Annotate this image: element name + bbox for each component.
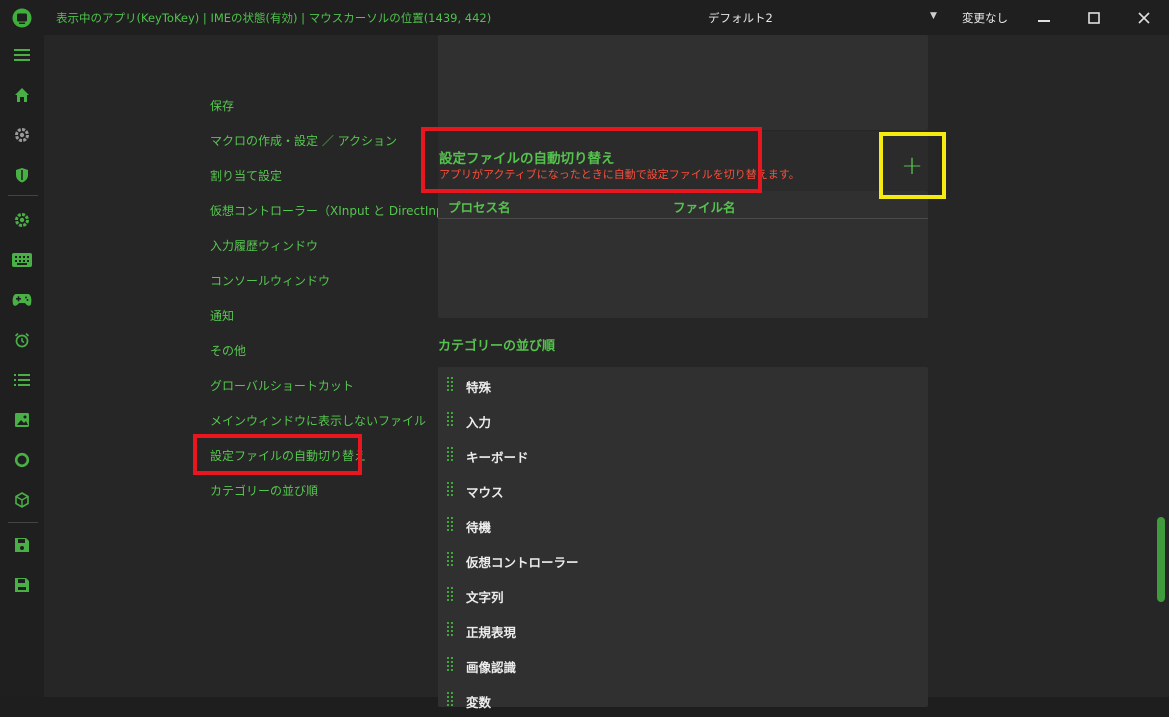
- profile-selector[interactable]: デフォルト2: [708, 10, 773, 26]
- list-item-label: 仮想コントローラー: [466, 555, 579, 570]
- gear-icon[interactable]: [12, 210, 32, 230]
- keyboard-icon[interactable]: [12, 250, 32, 270]
- list-item-label: 正規表現: [466, 625, 517, 640]
- menu-icon[interactable]: [12, 45, 32, 65]
- list-item-label: 文字列: [466, 590, 504, 605]
- list-item[interactable]: キーボード: [438, 437, 928, 472]
- change-status: 変更なし: [962, 11, 1008, 25]
- nav-link-global-shortcut[interactable]: グローバルショートカット: [210, 377, 354, 394]
- drag-handle-icon[interactable]: [446, 657, 454, 671]
- list-item-label: 入力: [466, 415, 492, 430]
- list-item[interactable]: 画像認識: [438, 647, 928, 682]
- category-order-title: カテゴリーの並び順: [438, 339, 556, 354]
- drag-handle-icon[interactable]: [446, 587, 454, 601]
- list-item[interactable]: 入力: [438, 402, 928, 437]
- close-icon: [1138, 11, 1150, 24]
- auto-switch-description: アプリがアクティブになったときに自動で設定ファイルを切り替えます。: [439, 168, 800, 181]
- maximize-button[interactable]: [1069, 0, 1119, 35]
- save-icon[interactable]: [12, 535, 32, 555]
- minimize-icon: [1038, 19, 1050, 22]
- column-header-file[interactable]: ファイル名: [673, 197, 736, 216]
- status-text: 表示中のアプリ(KeyToKey) | IMEの状態(有効) | マウスカーソル…: [56, 11, 492, 25]
- scrollbar-thumb[interactable]: [1157, 517, 1165, 602]
- drag-handle-icon[interactable]: [446, 447, 454, 461]
- nav-link-category-order[interactable]: カテゴリーの並び順: [210, 482, 318, 499]
- auto-switch-title: 設定ファイルの自動切り替え: [439, 151, 615, 167]
- drag-handle-icon[interactable]: [446, 377, 454, 391]
- list-item[interactable]: 仮想コントローラー: [438, 542, 928, 577]
- home-icon[interactable]: [12, 85, 32, 105]
- previous-section-panel: [438, 35, 928, 130]
- list-item-label: 特殊: [466, 380, 492, 395]
- list-item[interactable]: 文字列: [438, 577, 928, 612]
- list-item[interactable]: 正規表現: [438, 612, 928, 647]
- drag-handle-icon[interactable]: [446, 552, 454, 566]
- list-icon[interactable]: [12, 370, 32, 390]
- list-item[interactable]: 変数: [438, 682, 928, 717]
- chevron-down-icon[interactable]: ▼: [930, 11, 937, 21]
- gamepad-icon[interactable]: [12, 290, 32, 310]
- drag-handle-icon[interactable]: [446, 517, 454, 531]
- column-header-process[interactable]: プロセス名: [448, 197, 511, 216]
- nav-link-input-history[interactable]: 入力履歴ウィンドウ: [210, 237, 318, 254]
- cube-icon[interactable]: [12, 490, 32, 510]
- nav-link-other[interactable]: その他: [210, 342, 246, 359]
- list-item[interactable]: 特殊: [438, 367, 928, 402]
- shield-icon[interactable]: [12, 165, 32, 185]
- app-icon: [12, 8, 32, 28]
- list-item-label: マウス: [466, 485, 504, 500]
- nav-link-console[interactable]: コンソールウィンドウ: [210, 272, 330, 289]
- sidebar: [0, 35, 44, 697]
- image-icon[interactable]: [12, 410, 32, 430]
- list-item-label: 待機: [466, 520, 492, 535]
- nav-link-macro[interactable]: マクロの作成・設定 ／ アクション: [210, 132, 397, 149]
- minimize-button[interactable]: [1019, 0, 1069, 35]
- nav-link-save[interactable]: 保存: [210, 97, 234, 114]
- drag-handle-icon[interactable]: [446, 622, 454, 636]
- list-item[interactable]: 待機: [438, 507, 928, 542]
- circle-icon[interactable]: [12, 450, 32, 470]
- close-button[interactable]: [1119, 0, 1169, 35]
- maximize-icon: [1088, 11, 1100, 24]
- nav-link-auto-switch[interactable]: 設定ファイルの自動切り替え: [210, 447, 366, 464]
- save-as-icon[interactable]: [12, 575, 32, 595]
- list-item-label: 画像認識: [466, 660, 517, 675]
- alarm-icon[interactable]: [12, 330, 32, 350]
- add-button[interactable]: +: [894, 148, 930, 184]
- nav-link-notification[interactable]: 通知: [210, 307, 234, 324]
- drag-handle-icon[interactable]: [446, 482, 454, 496]
- column-divider: [438, 218, 928, 219]
- list-item[interactable]: マウス: [438, 472, 928, 507]
- nav-link-assignment[interactable]: 割り当て設定: [210, 167, 282, 184]
- nav-link-hidden-files[interactable]: メインウィンドウに表示しないファイル: [210, 412, 426, 429]
- drag-handle-icon[interactable]: [446, 692, 454, 706]
- nav-link-virtual-controller[interactable]: 仮想コントローラー（XInput と DirectInput）: [210, 202, 468, 219]
- drag-handle-icon[interactable]: [446, 412, 454, 426]
- settings-icon[interactable]: [12, 125, 32, 145]
- list-item-label: 変数: [466, 695, 492, 710]
- list-item-label: キーボード: [466, 450, 529, 465]
- title-bar: 表示中のアプリ(KeyToKey) | IMEの状態(有効) | マウスカーソル…: [0, 0, 1169, 35]
